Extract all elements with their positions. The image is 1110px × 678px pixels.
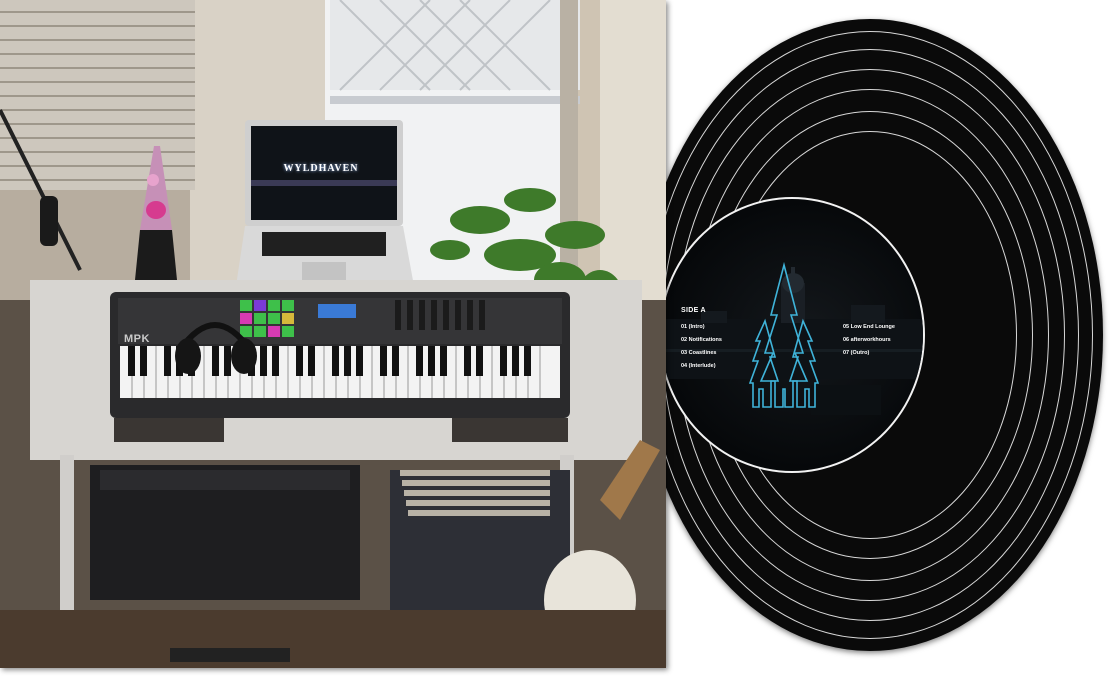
track-title: 07 (Outro) (843, 350, 870, 356)
studio-photo: WYLDHAVEN MPK (0, 0, 666, 668)
vinyl-record: SIDE A 01 (Intro) 02 Notifications 03 Co… (637, 19, 1103, 651)
track-title: 04 (Interlude) (681, 363, 716, 369)
track-title: 06 afterworkhours (843, 337, 891, 343)
side-label: SIDE A (681, 307, 706, 314)
studio-scene (0, 0, 666, 668)
track-title: 01 (Intro) (681, 324, 705, 330)
pine-trees-icon (749, 261, 819, 408)
track-title: 05 Low End Lounge (843, 324, 895, 330)
window-blinds (0, 0, 195, 190)
laptop-screen-title: WYLDHAVEN (283, 163, 359, 174)
keyboard-brand-label: MPK (124, 333, 150, 345)
track-title: 03 Coastlines (681, 350, 717, 356)
record-label: SIDE A 01 (Intro) 02 Notifications 03 Co… (659, 197, 925, 473)
laptop (236, 120, 414, 286)
track-title: 02 Notifications (681, 337, 722, 343)
